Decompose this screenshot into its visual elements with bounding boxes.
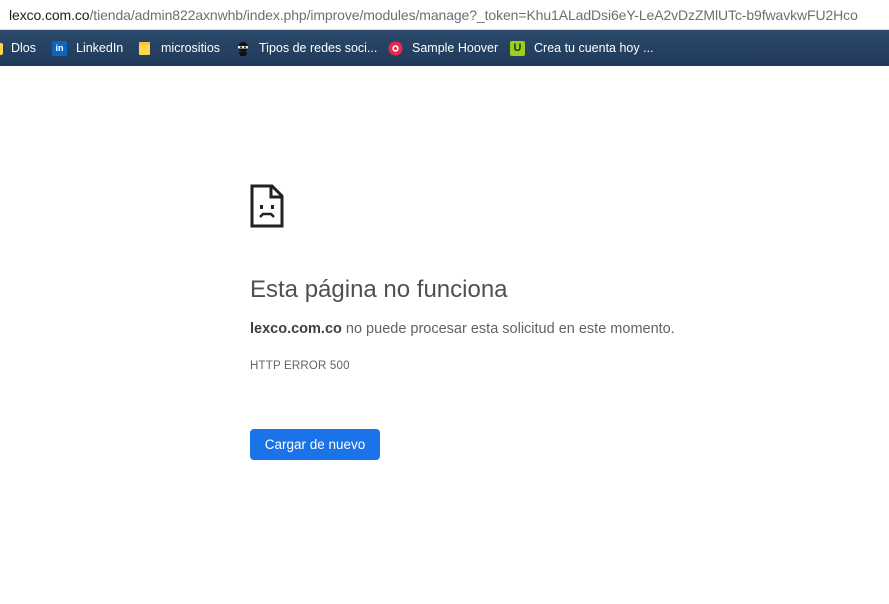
bookmark-dlos[interactable]: Dlos (0, 30, 36, 66)
u-logo-icon: U (510, 40, 525, 56)
url-domain: lexco.com.co (9, 7, 90, 23)
bookmark-sample-hoover[interactable]: Sample Hoover (388, 30, 498, 66)
url-path: /tienda/admin822axnwhb/index.php/improve… (89, 7, 858, 23)
bookmark-label: Crea tu cuenta hoy ... (534, 41, 654, 55)
bookmark-label: Tipos de redes soci... (259, 41, 378, 55)
error-message: lexco.com.co no puede procesar esta soli… (250, 321, 675, 337)
hoover-icon (388, 41, 403, 56)
error-message-domain: lexco.com.co (250, 321, 342, 337)
reload-button[interactable]: Cargar de nuevo (250, 429, 380, 460)
error-code: HTTP ERROR 500 (250, 360, 350, 372)
url-text[interactable]: lexco.com.co/tienda/admin822axnwhb/index… (9, 7, 858, 23)
sad-page-icon (250, 184, 284, 228)
ninja-icon (235, 41, 250, 56)
bookmark-crea-tu-cuenta[interactable]: U Crea tu cuenta hoy ... (510, 30, 654, 66)
page-title: Esta página no funciona (250, 276, 508, 303)
bookmarks-bar: Dlos in LinkedIn micrositios Tipos de re… (0, 30, 889, 66)
bookmark-label: micrositios (161, 41, 221, 55)
bookmark-linkedin[interactable]: in LinkedIn (52, 30, 123, 66)
bookmark-label: Sample Hoover (412, 41, 499, 55)
folder-icon (137, 41, 152, 56)
bookmark-label: LinkedIn (76, 41, 124, 55)
bookmark-tipos-de-redes[interactable]: Tipos de redes soci... (235, 30, 377, 66)
linkedin-icon: in (52, 40, 67, 56)
error-message-text: no puede procesar esta solicitud en este… (341, 321, 675, 337)
bookmark-clip-icon (0, 43, 3, 55)
address-bar[interactable]: lexco.com.co/tienda/admin822axnwhb/index… (0, 0, 889, 30)
bookmark-label: Dlos (11, 41, 37, 55)
bookmark-micrositios[interactable]: micrositios (137, 30, 220, 66)
